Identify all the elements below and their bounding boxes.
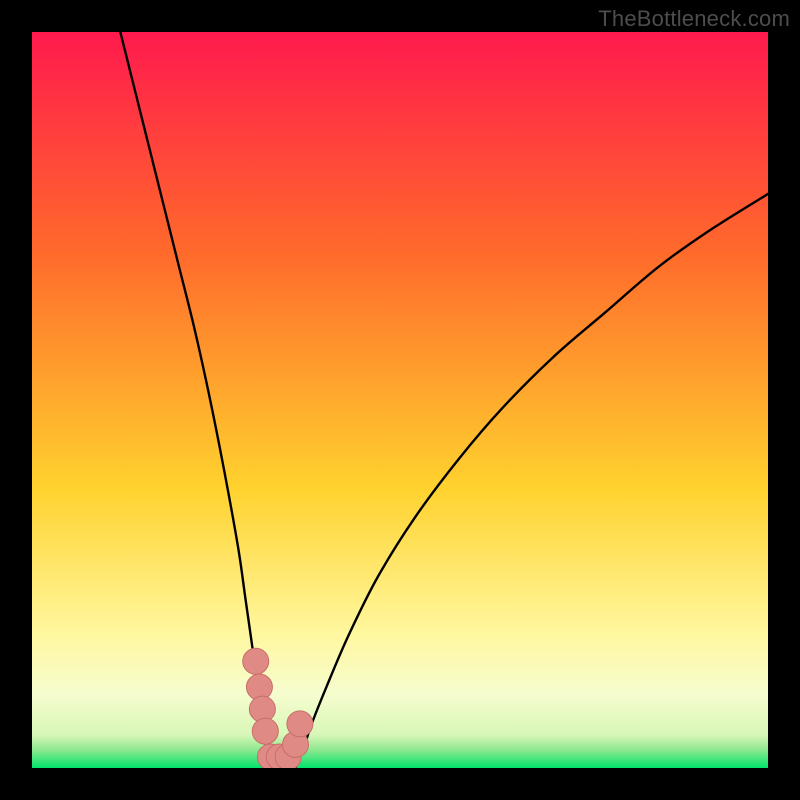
- watermark-text: TheBottleneck.com: [598, 6, 790, 32]
- gradient-background: [32, 32, 768, 768]
- chart-svg: [32, 32, 768, 768]
- chart-frame: TheBottleneck.com: [0, 0, 800, 800]
- data-marker: [287, 711, 313, 737]
- data-marker: [252, 718, 278, 744]
- plot-area: [32, 32, 768, 768]
- data-marker: [243, 648, 269, 674]
